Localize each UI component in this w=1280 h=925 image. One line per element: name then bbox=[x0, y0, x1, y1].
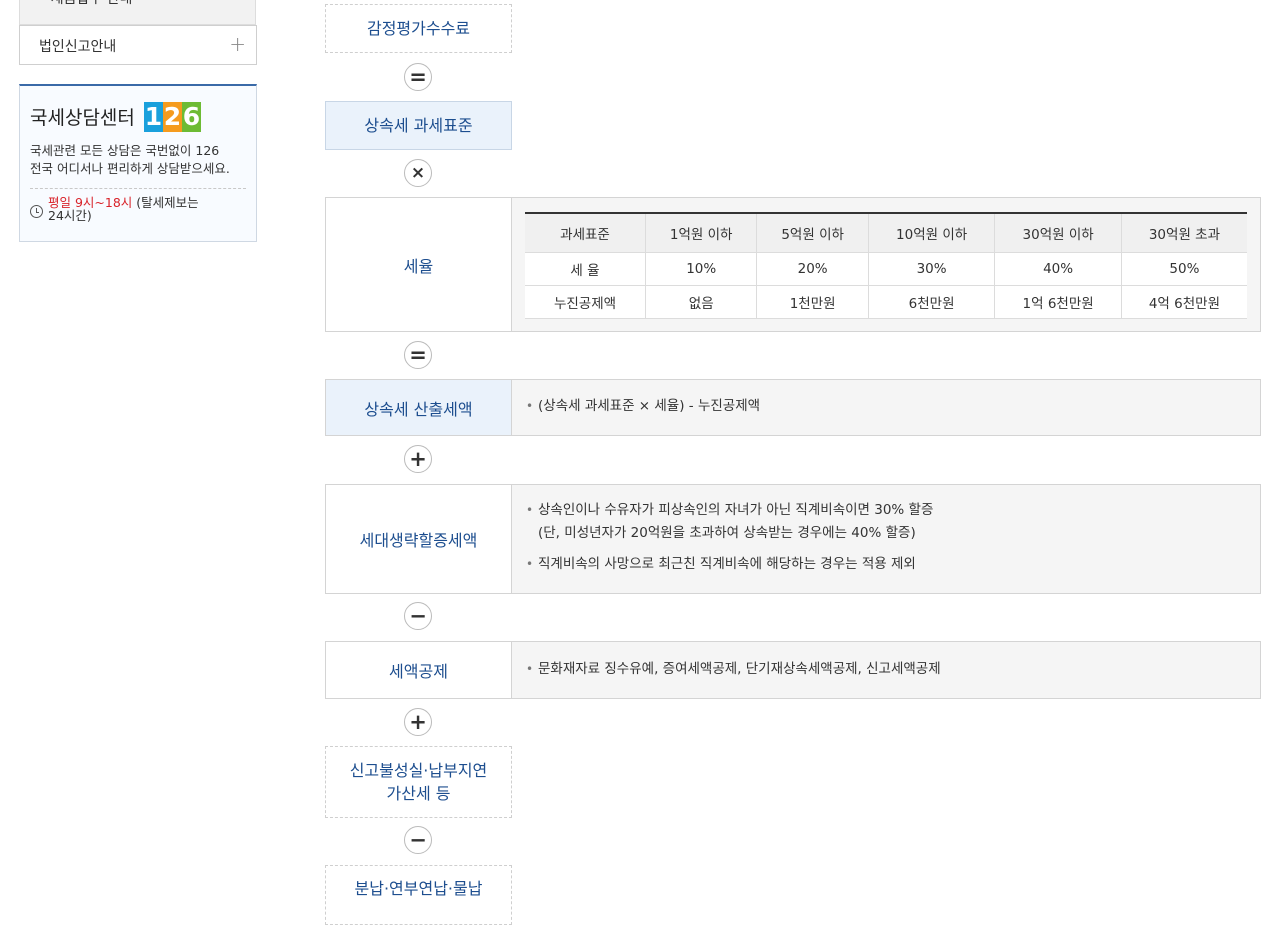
plus-icon: + bbox=[404, 708, 432, 736]
consult-center-banner[interactable]: 국세상담센터 1 2 6 국세관련 모든 상담은 국번없이 126 전국 어디서… bbox=[19, 84, 257, 242]
table-header: 1억원 이하 bbox=[644, 212, 757, 253]
table-header: 과세표준 bbox=[525, 212, 646, 253]
table-cell: 50% bbox=[1120, 252, 1247, 286]
digit-6: 6 bbox=[182, 102, 201, 132]
digit-1: 1 bbox=[144, 102, 163, 132]
table-cell: 1천만원 bbox=[756, 285, 869, 319]
table-header-row: 과세표준 1억원 이하 5억원 이하 10억원 이하 30억원 이하 30억원 … bbox=[525, 212, 1247, 253]
flow-installment: 분납·연부연납·물납 bbox=[325, 865, 512, 925]
multiply-icon: × bbox=[404, 159, 432, 187]
minus-icon: − bbox=[404, 602, 432, 630]
table-cell: 6천만원 bbox=[867, 285, 995, 319]
flow-calculated-tax: 상속세 산출세액 (상속세 과세표준 × 세율) - 누진공제액 bbox=[325, 379, 1261, 436]
divider bbox=[30, 188, 246, 189]
table-cell: 세 율 bbox=[525, 252, 646, 286]
list-item: 직계비속의 사망으로 최근친 직계비속에 해당하는 경우는 적용 제외 bbox=[526, 553, 1250, 576]
list-item: 상속인이나 수유자가 피상속인의 자녀가 아닌 직계비속이면 30% 할증 (단… bbox=[526, 499, 1250, 545]
flow-tax-rate: 세율 과세표준 1억원 이하 5억원 이하 10억원 이하 30억원 이하 30… bbox=[325, 197, 1261, 332]
flow-calculated-tax-content: (상속세 과세표준 × 세율) - 누진공제액 bbox=[526, 395, 1250, 435]
table-cell: 10% bbox=[644, 252, 757, 286]
flow-penalty-line: 신고불성실·납부지연 bbox=[349, 761, 488, 780]
sidebar-item-tax-payment[interactable]: • 세금납부 안내 bbox=[19, 0, 256, 25]
plus-icon: + bbox=[404, 445, 432, 473]
consult-desc-line: 전국 어디서나 편리하게 상담받으세요. bbox=[30, 161, 230, 176]
flow-tax-credit: 세액공제 문화재자료 징수유예, 증여세액공제, 단기재상속세액공제, 신고세액… bbox=[325, 641, 1261, 699]
flow-tax-credit-label: 세액공제 bbox=[325, 641, 512, 699]
equals-icon: = bbox=[404, 63, 432, 91]
table-cell: 없음 bbox=[644, 285, 757, 319]
table-cell: 30% bbox=[867, 252, 995, 286]
table-row: 누진공제액 없음 1천만원 6천만원 1억 6천만원 4억 6천만원 bbox=[525, 285, 1247, 319]
table-cell: 40% bbox=[994, 252, 1122, 286]
table-cell: 누진공제액 bbox=[525, 285, 646, 319]
consult-center-title: 국세상담센터 bbox=[30, 107, 135, 129]
consult-number-logo: 1 2 6 bbox=[144, 102, 201, 132]
consult-hours-note-2: 24시간) bbox=[48, 208, 92, 223]
table-row: 세 율 10% 20% 30% 40% 50% bbox=[525, 252, 1247, 286]
list-item-text: 상속인이나 수유자가 피상속인의 자녀가 아닌 직계비속이면 30% 할증 bbox=[538, 502, 934, 518]
flow-penalty: 신고불성실·납부지연 가산세 등 bbox=[325, 746, 512, 818]
digit-2: 2 bbox=[163, 102, 182, 132]
plus-icon[interactable]: + bbox=[229, 32, 246, 56]
consult-description: 국세관련 모든 상담은 국번없이 126 전국 어디서나 편리하게 상담받으세요… bbox=[30, 142, 255, 178]
table-header: 30억원 이하 bbox=[994, 212, 1122, 253]
flow-generation-skip-content: 상속인이나 수유자가 피상속인의 자녀가 아닌 직계비속이면 30% 할증 (단… bbox=[526, 499, 1250, 593]
table-header: 10억원 이하 bbox=[867, 212, 995, 253]
consult-hours-note: (탈세제보는 bbox=[136, 195, 199, 210]
minus-icon: − bbox=[404, 826, 432, 854]
flow-calculated-tax-label: 상속세 산출세액 bbox=[325, 379, 512, 436]
flow-generation-skip: 세대생략할증세액 상속인이나 수유자가 피상속인의 자녀가 아닌 직계비속이면 … bbox=[325, 484, 1261, 594]
sidebar-item-label: 법인신고안내 bbox=[39, 39, 117, 55]
list-item: 문화재자료 징수유예, 증여세액공제, 단기재상속세액공제, 신고세액공제 bbox=[526, 658, 1250, 681]
table-header: 5억원 이하 bbox=[756, 212, 869, 253]
clock-icon bbox=[30, 205, 43, 218]
consult-desc-line: 국세관련 모든 상담은 국번없이 126 bbox=[30, 143, 220, 158]
table-header: 30억원 초과 bbox=[1120, 212, 1247, 253]
list-item: (상속세 과세표준 × 세율) - 누진공제액 bbox=[526, 395, 1250, 418]
flow-generation-skip-label: 세대생략할증세액 bbox=[325, 484, 512, 594]
flow-tax-base: 상속세 과세표준 bbox=[325, 101, 512, 150]
flow-appraisal-fee: 감정평가수수료 bbox=[325, 4, 512, 53]
consult-hours: 평일 9시~18시 (탈세제보는 24시간) bbox=[48, 196, 253, 222]
sidebar-item-label: • 세금납부 안내 bbox=[38, 0, 132, 8]
tax-rate-table: 과세표준 1억원 이하 5억원 이하 10억원 이하 30억원 이하 30억원 … bbox=[525, 212, 1247, 319]
flow-penalty-line: 가산세 등 bbox=[386, 784, 451, 803]
table-cell: 20% bbox=[756, 252, 869, 286]
table-cell: 1억 6천만원 bbox=[994, 285, 1122, 319]
sidebar-item-corporate-filing[interactable]: 법인신고안내 + bbox=[19, 25, 257, 65]
table-cell: 4억 6천만원 bbox=[1120, 285, 1247, 319]
flow-tax-credit-content: 문화재자료 징수유예, 증여세액공제, 단기재상속세액공제, 신고세액공제 bbox=[526, 658, 1250, 698]
list-item-text: (단, 미성년자가 20억원을 초과하여 상속받는 경우에는 40% 할증) bbox=[538, 525, 916, 541]
flow-tax-rate-label: 세율 bbox=[325, 197, 512, 332]
equals-icon: = bbox=[404, 341, 432, 369]
